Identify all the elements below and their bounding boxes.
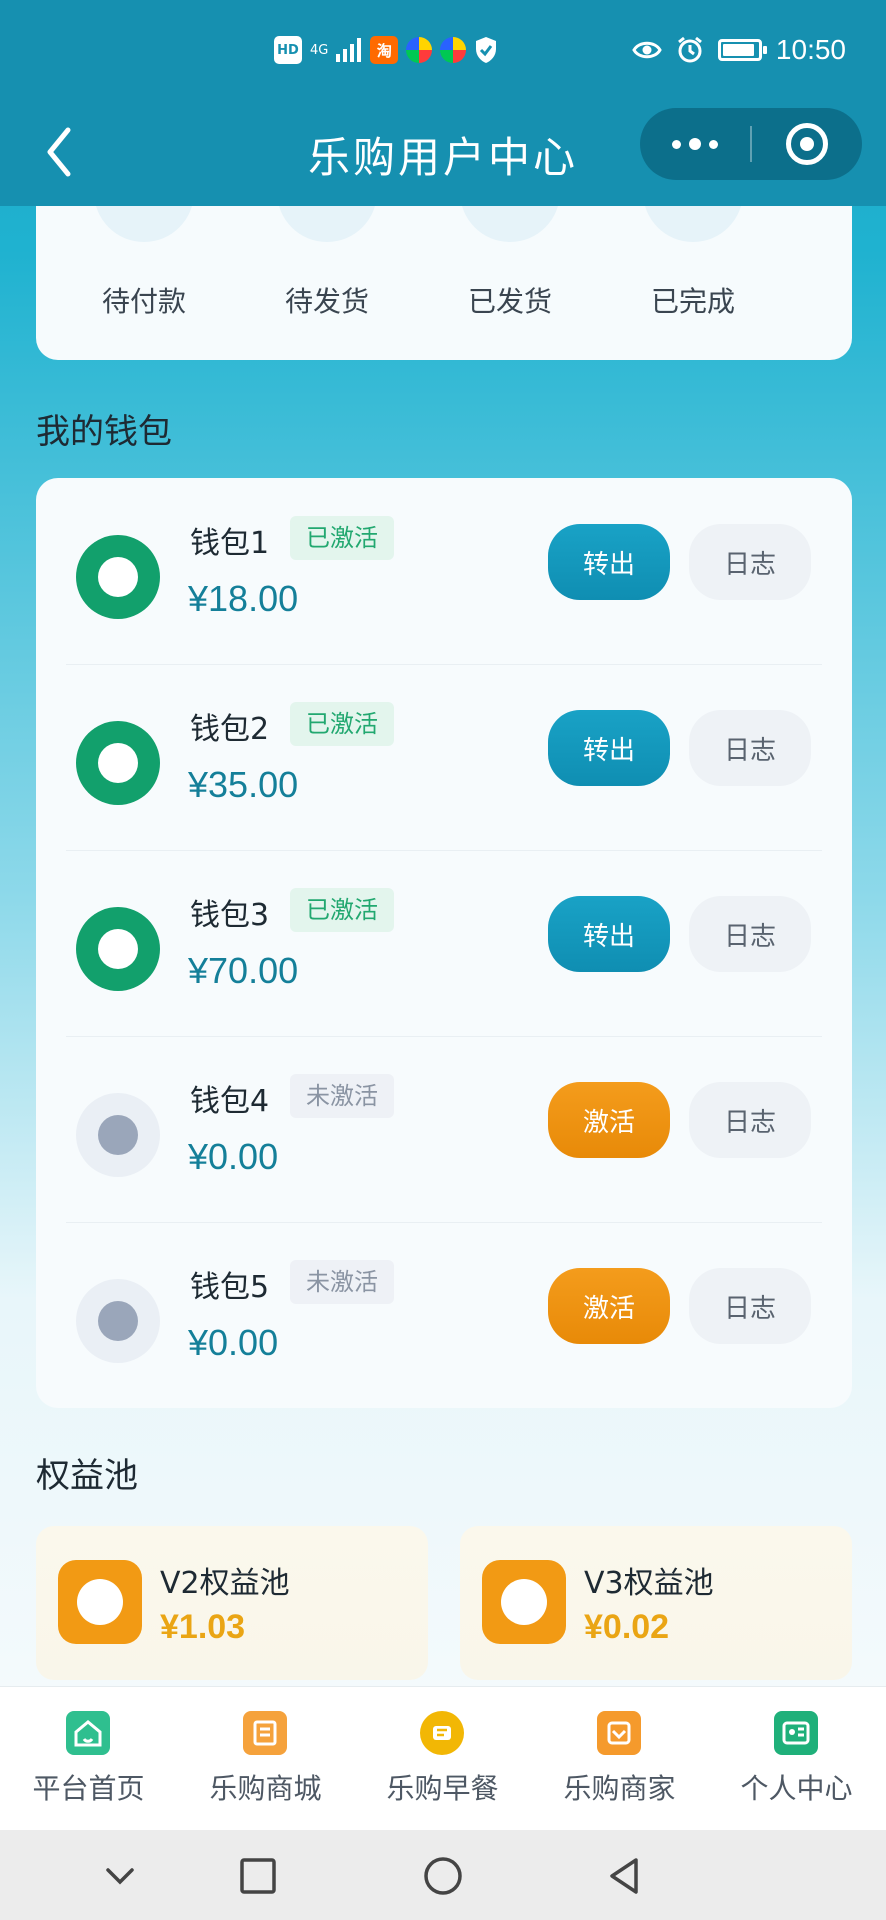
wallet-dot-icon (76, 1279, 160, 1363)
row-divider (66, 1036, 822, 1037)
order-label: 待付款 (101, 285, 186, 318)
wallet-list-card: 钱包1 已激活 ¥18.00 转出 日志 钱包2 已激活 ¥35.00 转出 日… (36, 478, 852, 1408)
wallet-name: 钱包2 (190, 712, 270, 747)
transfer-out-button[interactable]: 转出 (548, 896, 670, 972)
app-header: 乐购用户中心 (0, 100, 886, 206)
wallet-name: 钱包1 (190, 526, 270, 561)
pool-card-v3[interactable]: V3权益池 ¥0.02 (460, 1526, 852, 1680)
wallet-name: 钱包5 (190, 1270, 270, 1305)
recent-apps-icon[interactable] (236, 1854, 280, 1898)
activate-button[interactable]: 激活 (548, 1082, 670, 1158)
taobao-icon: 淘 (370, 36, 399, 64)
tab-platform-home[interactable]: 平台首页 (0, 1687, 177, 1831)
wallet-amount: ¥70.00 (188, 950, 299, 991)
tab-breakfast[interactable]: 乐购早餐 (354, 1687, 531, 1831)
wallet-section-title: 我的钱包 (36, 412, 172, 452)
row-divider (66, 1222, 822, 1223)
pool-icon (58, 1560, 142, 1644)
wallet-amount: ¥18.00 (188, 578, 299, 619)
log-button[interactable]: 日志 (689, 524, 811, 600)
status-icons-right: 10:50 (632, 30, 846, 70)
status-icons-left: HD 4G 淘 (274, 32, 498, 68)
tab-label: 个人中心 (740, 1772, 853, 1805)
close-mini-program-button[interactable] (752, 108, 862, 180)
wallet-status-badge: 已激活 (290, 888, 394, 932)
shield-icon (476, 37, 497, 63)
log-button[interactable]: 日志 (689, 1082, 811, 1158)
wallet-amount: ¥0.00 (188, 1136, 279, 1177)
wallet-status-badge: 已激活 (290, 702, 394, 746)
app-notification-icon-2 (440, 37, 467, 63)
more-menu-button[interactable] (640, 108, 750, 180)
row-divider (66, 664, 822, 665)
log-button[interactable]: 日志 (689, 710, 811, 786)
transfer-out-button[interactable]: 转出 (548, 524, 670, 600)
pool-card-v2[interactable]: V2权益池 ¥1.03 (36, 1526, 428, 1680)
pool-amount: ¥0.02 (584, 1608, 670, 1646)
more-dots-icon (672, 139, 681, 149)
log-button[interactable]: 日志 (689, 896, 811, 972)
more-dot-center (689, 138, 701, 150)
wallet-amount: ¥0.00 (188, 1322, 279, 1363)
wallet-status-badge: 未激活 (290, 1074, 394, 1118)
wallet-row: 钱包1 已激活 ¥18.00 转出 日志 (36, 478, 852, 664)
wallet-ring-icon (76, 907, 160, 991)
merchant-icon (597, 1711, 641, 1755)
order-label: 待发货 (284, 285, 369, 318)
wallet-row: 钱包4 未激活 ¥0.00 激活 日志 (36, 1036, 852, 1222)
wallet-name: 钱包3 (190, 898, 270, 933)
status-bar: HD 4G 淘 10:50 (0, 0, 886, 100)
app-notification-icon (406, 37, 433, 63)
tab-label: 乐购商家 (563, 1772, 676, 1805)
home-circle-icon[interactable] (421, 1854, 465, 1898)
breakfast-icon (420, 1711, 464, 1755)
wallet-row: 钱包2 已激活 ¥35.00 转出 日志 (36, 664, 852, 850)
wallet-amount: ¥35.00 (188, 764, 299, 805)
order-label: 已完成 (650, 285, 735, 318)
pool-section-title: 权益池 (36, 1456, 138, 1496)
pool-name: V3权益池 (584, 1566, 714, 1601)
wallet-name: 钱包4 (190, 1084, 270, 1119)
chevron-down-icon[interactable] (98, 1854, 142, 1898)
network-type: 4G (310, 42, 329, 58)
more-dot-right (709, 139, 718, 149)
back-triangle-icon[interactable] (604, 1854, 648, 1898)
clock-time: 10:50 (775, 34, 846, 65)
wallet-row: 钱包5 未激活 ¥0.00 激活 日志 (36, 1222, 852, 1408)
battery-fill (722, 44, 754, 56)
system-navigation-bar (0, 1830, 886, 1920)
activate-button[interactable]: 激活 (548, 1268, 670, 1344)
mall-icon (243, 1711, 287, 1755)
wallet-row: 钱包3 已激活 ¥70.00 转出 日志 (36, 850, 852, 1036)
target-icon (786, 123, 828, 165)
pool-amount: ¥1.03 (160, 1608, 246, 1646)
tab-label: 乐购早餐 (386, 1772, 499, 1805)
wallet-status-badge: 未激活 (290, 1260, 394, 1304)
tab-mall[interactable]: 乐购商城 (177, 1687, 354, 1831)
signal-icon (336, 38, 362, 62)
order-label: 已发货 (467, 285, 552, 318)
tab-label: 平台首页 (32, 1772, 145, 1805)
wallet-dot-icon (76, 1093, 160, 1177)
bottom-tab-bar: 平台首页 乐购商城 乐购早餐 乐购商家 个人中心 (0, 1686, 886, 1830)
profile-icon (774, 1711, 818, 1755)
eye-icon (632, 41, 662, 59)
wallet-ring-icon (76, 721, 160, 805)
wallet-ring-icon (76, 535, 160, 619)
tab-profile[interactable]: 个人中心 (708, 1687, 885, 1831)
transfer-out-button[interactable]: 转出 (548, 710, 670, 786)
log-button[interactable]: 日志 (689, 1268, 811, 1344)
battery-icon (717, 39, 767, 61)
tab-label: 乐购商城 (209, 1772, 322, 1805)
pool-name: V2权益池 (160, 1566, 290, 1601)
wallet-status-badge: 已激活 (290, 516, 394, 560)
tab-merchant[interactable]: 乐购商家 (531, 1687, 708, 1831)
home-icon (66, 1711, 110, 1755)
pool-icon (482, 1560, 566, 1644)
hd-badge: HD (274, 36, 302, 64)
alarm-icon (677, 36, 702, 63)
row-divider (66, 850, 822, 851)
mini-program-capsule (640, 108, 862, 180)
